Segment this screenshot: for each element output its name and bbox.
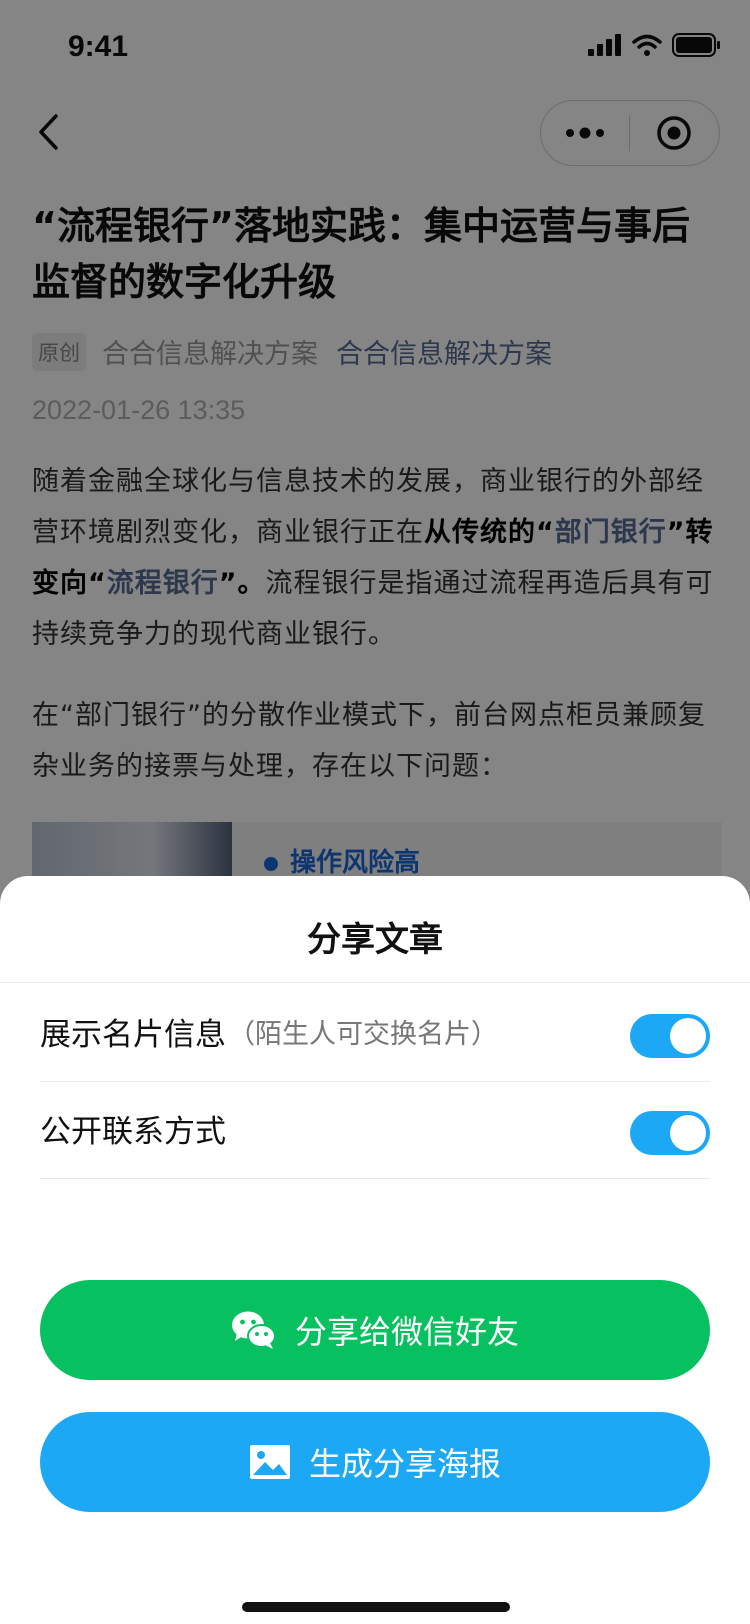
- show-card-toggle[interactable]: [630, 1014, 710, 1058]
- image-icon: [249, 1444, 291, 1480]
- wechat-icon: [231, 1309, 277, 1351]
- app-screen: 9:41 “流程银行”落地实践：集中运营与事后监督的数字化升级 原创 合合信息解…: [0, 0, 750, 1624]
- home-indicator: [242, 1602, 510, 1612]
- option-label: 展示名片信息: [40, 1017, 226, 1053]
- option-sub-label: （陌生人可交换名片）: [228, 1019, 498, 1050]
- generate-poster-label: 生成分享海报: [308, 1445, 501, 1483]
- share-wechat-button[interactable]: 分享给微信好友: [40, 1280, 710, 1380]
- sheet-title: 分享文章: [307, 920, 443, 960]
- generate-poster-button[interactable]: 生成分享海报: [40, 1412, 710, 1512]
- toggle-knob: [670, 1018, 706, 1054]
- share-wechat-label: 分享给微信好友: [294, 1313, 519, 1351]
- option-public-contact: 公开联系方式: [40, 1079, 710, 1179]
- toggle-knob: [670, 1115, 706, 1151]
- option-label: 公开联系方式: [40, 1114, 226, 1150]
- public-contact-toggle[interactable]: [630, 1111, 710, 1155]
- share-sheet: 分享文章 展示名片信息 （陌生人可交换名片） 公开联系方式 分享给微信好友 生成…: [0, 876, 750, 1624]
- option-show-card-info: 展示名片信息 （陌生人可交换名片）: [40, 982, 710, 1082]
